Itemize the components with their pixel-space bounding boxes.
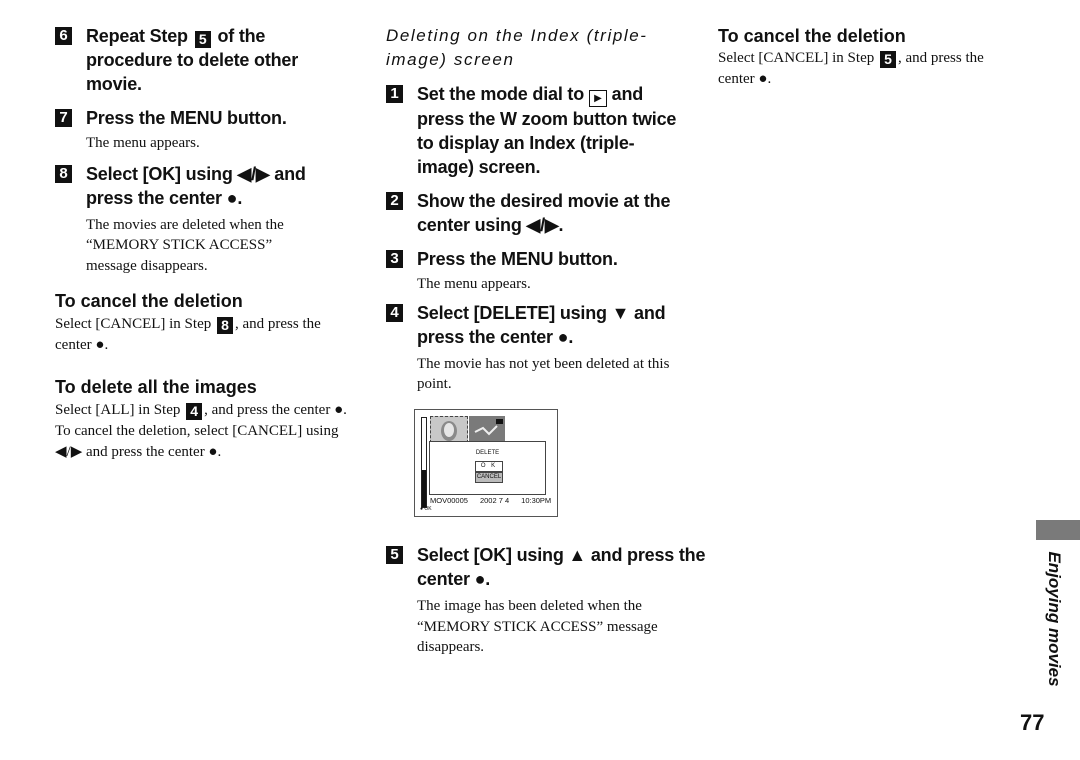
- page-number: 77: [1020, 710, 1045, 735]
- thumbnail-portrait: [430, 416, 468, 443]
- playback-mode-icon: ▶: [588, 90, 607, 107]
- step-6: 6 Repeat Step 5 of the procedure to dele…: [55, 24, 350, 96]
- step-number: 1: [386, 85, 403, 103]
- step-7: 7 Press the MENU button.: [55, 106, 350, 130]
- step-number: 3: [386, 250, 403, 268]
- step-3-desc: The menu appears.: [417, 276, 531, 292]
- cancel-text: Select [CANCEL] in Step 8, and press the…: [55, 316, 321, 353]
- step-number: 6: [55, 27, 72, 45]
- cancel-heading: To cancel the deletion: [718, 26, 906, 46]
- left-column: 6 Repeat Step 5 of the procedure to dele…: [55, 24, 350, 463]
- step-number: 4: [386, 303, 403, 322]
- file-date: 2002 7 4: [479, 496, 510, 505]
- step-8-desc: The movies are deleted when the “MEMORY …: [86, 216, 284, 274]
- delete-all-text: Select [ALL] in Step 4, and press the ce…: [55, 402, 347, 460]
- step-ref: 5: [194, 31, 211, 48]
- delete-all-heading: To delete all the images: [55, 377, 257, 397]
- step-number: 7: [55, 109, 72, 127]
- step-4: 4 Select [DELETE] using ▼ and press the …: [386, 301, 687, 349]
- thumbnail-movie: [469, 416, 505, 441]
- file-time: 10:30PM: [521, 496, 552, 505]
- step-ref: 8: [216, 317, 233, 334]
- step-8: 8 Select [OK] using ◀/▶ and press the ce…: [55, 162, 350, 210]
- dialog-title: DELETE: [475, 450, 500, 456]
- step-4-desc: The movie has not yet been deleted at th…: [417, 355, 670, 393]
- file-info: MOV00005 2002 7 4 10:30PM: [430, 496, 563, 505]
- ok-option: O K: [475, 461, 503, 472]
- middle-column: Deleting on the Index (triple-image) scr…: [386, 24, 686, 395]
- section-side-label: Enjoying movies: [1045, 551, 1064, 687]
- step-ref: 4: [186, 403, 203, 420]
- step-number: 8: [55, 164, 72, 183]
- step-number: 5: [386, 546, 403, 564]
- portrait-image: [431, 417, 467, 442]
- delete-dialog: DELETE O K CANCEL: [429, 441, 546, 495]
- step-3: 3 Press the MENU button.: [386, 247, 686, 271]
- step-5-desc: The image has been deleted when the “MEM…: [417, 598, 658, 655]
- right-column: To cancel the deletion Select [CANCEL] i…: [718, 25, 1018, 90]
- scroll-bar: [421, 417, 427, 508]
- section-tab-marker: [1036, 520, 1080, 540]
- step-7-desc: The menu appears.: [86, 135, 200, 151]
- section-title: Deleting on the Index (triple-image) scr…: [386, 26, 648, 69]
- file-name: MOV00005: [430, 496, 468, 505]
- cancel-heading: To cancel the deletion: [55, 291, 243, 311]
- step-5: 5 Select [OK] using ▲ and press the cent…: [386, 543, 707, 591]
- cancel-option: CANCEL: [475, 472, 503, 483]
- cancel-text: Select [CANCEL] in Step 5, and press the…: [718, 50, 984, 87]
- step-2: 2 Show the desired movie at the center u…: [386, 189, 686, 237]
- step-1: 1 Set the mode dial to ▶ and press the W…: [386, 82, 687, 179]
- camera-screen-illustration: DELETE O K CANCEL MOV00005 2002 7 4 10:30P…: [414, 409, 558, 517]
- middle-column-lower: 5 Select [OK] using ▲ and press the cent…: [386, 543, 705, 658]
- scroll-bar-fill: [422, 469, 426, 507]
- step-ref: 5: [879, 51, 896, 68]
- movie-image: [469, 416, 505, 441]
- step-number: 2: [386, 192, 403, 210]
- ok-hint: ● OK: [420, 506, 432, 512]
